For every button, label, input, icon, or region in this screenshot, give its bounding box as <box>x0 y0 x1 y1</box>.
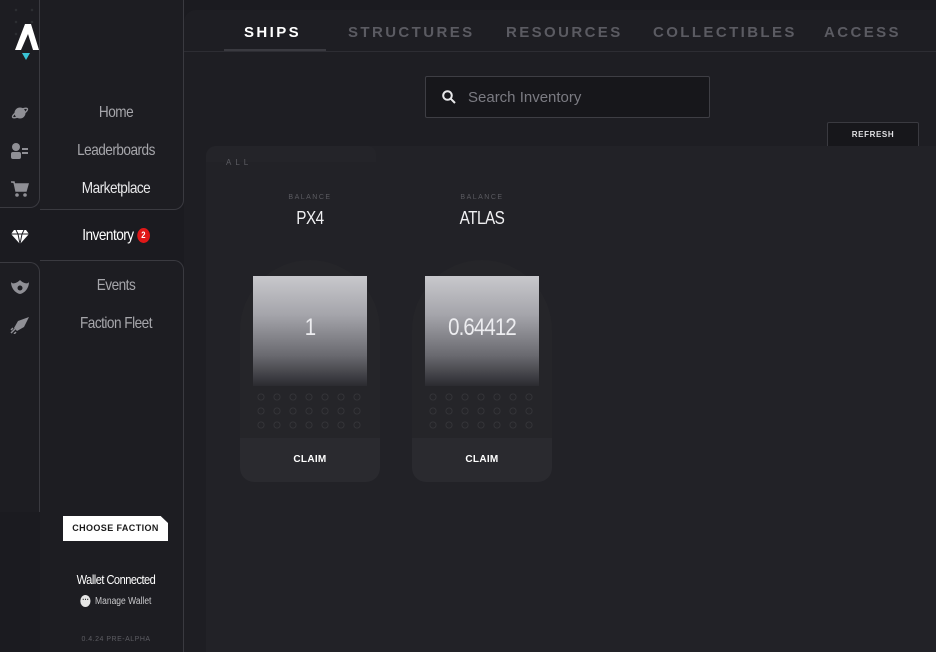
tab-ships[interactable]: SHIPS <box>244 24 301 41</box>
token-name: PX4 <box>296 208 324 228</box>
wallet-status: Wallet Connected <box>76 572 156 587</box>
sidebar-item-inventory[interactable]: Inventory 2 <box>51 227 180 245</box>
claim-button[interactable]: CLAIM <box>240 438 380 482</box>
sidebar-item-marketplace[interactable]: Marketplace <box>51 180 180 198</box>
filter-all-label: ALL <box>226 158 253 167</box>
decorative-pattern <box>425 390 539 434</box>
rocket-icon[interactable] <box>9 314 31 336</box>
claim-button[interactable]: CLAIM <box>412 438 552 482</box>
token-balance-value: 0.64412 <box>448 314 517 341</box>
notification-badge: 2 <box>136 228 150 243</box>
icon-rail <box>0 0 158 652</box>
planet-icon[interactable] <box>9 102 31 124</box>
tab-structures[interactable]: STRUCTURES <box>348 24 475 41</box>
sidebar-item-label: Inventory <box>82 227 134 244</box>
sidebar-item-home[interactable]: Home <box>51 104 180 122</box>
more-icon: ··· <box>80 595 91 607</box>
tab-resources[interactable]: RESOURCES <box>506 24 623 41</box>
balance-label: BALANCE <box>288 194 332 201</box>
manage-wallet-label: Manage Wallet <box>95 595 152 607</box>
logo-icon[interactable] <box>12 22 42 60</box>
balance-label: BALANCE <box>460 194 504 201</box>
search-input[interactable] <box>468 88 688 106</box>
diamond-icon[interactable] <box>9 226 31 248</box>
refresh-button[interactable]: REFRESH <box>827 122 919 148</box>
main-content: SHIPS STRUCTURES RESOURCES COLLECTIBLES … <box>184 10 936 652</box>
tab-collectibles[interactable]: COLLECTIBLES <box>653 24 797 41</box>
token-balance-value: 1 <box>304 314 316 341</box>
crew-icon[interactable] <box>9 140 31 162</box>
search-box[interactable] <box>425 76 710 118</box>
sidebar-item-events[interactable]: Events <box>51 277 180 295</box>
sidebar-item-faction-fleet[interactable]: Faction Fleet <box>51 315 180 333</box>
search-icon <box>442 90 456 104</box>
app-window: Home Leaderboards Marketplace Inventory 2… <box>0 0 936 652</box>
phoenix-icon[interactable] <box>9 276 31 298</box>
choose-faction-button[interactable]: CHOOSE FACTION <box>63 516 168 541</box>
cart-icon[interactable] <box>9 178 31 200</box>
tab-access[interactable]: ACCESS <box>824 24 901 41</box>
sidebar-item-leaderboards[interactable]: Leaderboards <box>51 142 180 160</box>
decorative-pattern <box>253 390 367 434</box>
token-name: ATLAS <box>459 208 505 228</box>
version-label: 0.4.24 PRE-ALPHA <box>81 636 151 643</box>
active-tab-indicator <box>224 49 326 51</box>
manage-wallet-link[interactable]: ··· Manage Wallet <box>70 595 162 607</box>
category-tabs: SHIPS STRUCTURES RESOURCES COLLECTIBLES … <box>184 10 936 52</box>
